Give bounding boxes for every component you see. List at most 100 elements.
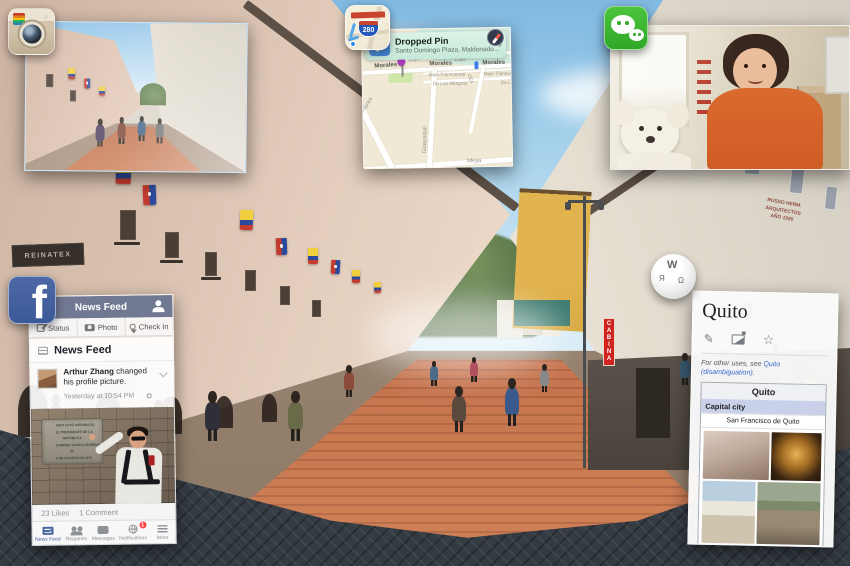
cabina-sign-text: CABINA <box>606 321 612 363</box>
callout-title: Dropped Pin <box>395 36 449 47</box>
avatar[interactable] <box>37 369 57 389</box>
apple-maps-app-icon[interactable]: 280 <box>345 5 390 50</box>
pedestrian-figure <box>430 366 438 380</box>
pedestrian-figure <box>205 402 220 430</box>
globe-icon <box>128 525 137 534</box>
wechat-eye <box>633 33 636 36</box>
tab-more[interactable]: More <box>149 520 176 545</box>
instagram-photo-card <box>24 21 248 173</box>
window <box>824 185 838 210</box>
people-icon <box>70 526 82 534</box>
sunglasses <box>131 436 145 440</box>
infobox-photo-montage[interactable] <box>697 427 824 548</box>
wechat-bubble-small <box>629 29 644 41</box>
photo-gloss <box>611 26 849 169</box>
infobox-photo <box>703 431 770 480</box>
maps-icon-banner <box>351 11 385 18</box>
flag-quito <box>143 185 157 205</box>
street-label: Main Transversal <box>429 73 466 78</box>
flag-ecuador <box>352 270 360 283</box>
callout-subtitle: Santo Domingo Plaza, Maldonado... <box>395 46 499 55</box>
window <box>120 210 136 240</box>
instagram-app-icon[interactable] <box>8 8 55 55</box>
pedestrian-figure <box>680 360 690 378</box>
tab-news-feed[interactable]: News Feed <box>32 522 63 546</box>
globe-letter: Ω <box>678 276 684 285</box>
plaque-line: REPÚBLICA <box>56 437 89 441</box>
window <box>312 300 321 317</box>
post-author[interactable]: Arthur Zhang <box>63 367 114 377</box>
star-icon[interactable]: ☆ <box>763 332 775 348</box>
lamppost <box>583 196 586 468</box>
mini-flag <box>99 87 105 96</box>
menu-icon <box>157 525 167 533</box>
window <box>205 252 217 276</box>
post-photo[interactable]: AQUI CAYÓ ASESINADO EL PRESIDENTE DE LA … <box>31 407 175 505</box>
street-label: Mejia <box>467 158 481 164</box>
globe-letter: W <box>667 259 677 271</box>
facebook-header-title: News Feed <box>75 301 127 313</box>
chat-bubble-icon <box>97 525 108 533</box>
street-haze <box>370 300 560 370</box>
divider <box>701 353 827 357</box>
globe-letter: Я <box>659 274 665 283</box>
wechat-photo-card <box>610 25 850 170</box>
mini-pedestrian <box>138 121 146 135</box>
tab-label: Notifications <box>119 536 147 541</box>
likes-count[interactable]: 23 Likes <box>41 508 69 517</box>
tab-notifications[interactable]: Notifications1 <box>116 520 149 545</box>
pencil-icon[interactable]: ✎ <box>704 332 714 346</box>
street-label: Main Transversal <box>484 72 514 77</box>
newsfeed-section-header[interactable]: News Feed <box>30 337 173 363</box>
plaque-line: EL PRESIDENTE DE LA <box>56 430 89 434</box>
checkin-button[interactable]: Check In <box>126 317 173 336</box>
lamppost-crossarm <box>568 200 601 203</box>
photo-button[interactable]: Photo <box>78 318 126 337</box>
montage-row <box>703 431 822 481</box>
balcony <box>114 242 140 245</box>
facebook-f-letter: f <box>32 279 47 324</box>
privacy-globe-icon <box>147 393 152 398</box>
street-label: Flores <box>361 97 375 114</box>
man-hand <box>89 434 95 440</box>
street-label: Morales <box>482 60 505 66</box>
balcony <box>201 277 221 280</box>
post-timestamp: Yesterday at 10:54 PM <box>64 393 135 401</box>
cabina-sign: CABINA <box>603 318 615 366</box>
wikipedia-globe-icon[interactable]: W Я Ω <box>651 254 696 299</box>
tab-label: Requests <box>65 536 87 541</box>
tab-label: More <box>157 535 169 540</box>
checkin-label: Check In <box>139 322 169 331</box>
section-title: News Feed <box>54 343 112 356</box>
window <box>165 232 179 258</box>
plaque-line: AQUI CAYÓ ASESINADO <box>56 424 89 428</box>
pedestrian-figure <box>540 370 549 386</box>
plaque: AQUI CAYÓ ASESINADO EL PRESIDENTE DE LA … <box>41 418 104 465</box>
transit-marker <box>474 61 478 69</box>
post-text: Arthur Zhang changed his profile picture… <box>63 366 159 387</box>
image-icon[interactable] <box>732 334 745 344</box>
comments-count[interactable]: 1 Comment <box>79 507 118 517</box>
flag-quito <box>276 238 288 255</box>
person-add-icon[interactable] <box>152 300 165 312</box>
wechat-app-icon[interactable] <box>604 6 648 50</box>
pedestrian-figure <box>470 362 478 376</box>
mini-window <box>70 90 76 101</box>
article-title: Quito <box>702 300 828 326</box>
chevron-down-icon[interactable] <box>159 369 167 377</box>
compose-icon <box>37 324 45 332</box>
feed-post[interactable]: Arthur Zhang changed his profile picture… <box>30 361 174 409</box>
tab-messages[interactable]: Messages <box>89 521 117 546</box>
tab-requests[interactable]: Requests <box>63 521 90 546</box>
camera-icon <box>85 324 95 331</box>
chest-strap <box>124 479 160 485</box>
maps-icon-location-dot <box>350 41 356 47</box>
photo-label: Photo <box>98 322 118 331</box>
photo-collage-canvas: REINATEX CABINA RUSSO HERM. ARQUITECTOS … <box>0 0 850 566</box>
infobox: Quito Capital city San Francisco de Quit… <box>696 382 826 548</box>
facebook-tab-bar: News Feed Requests Messages Notification… <box>32 520 175 546</box>
plaque-line: GABRIEL GARCÍA MORENO <box>56 443 89 447</box>
wikipedia-panel: Quito ✎ ☆ For other uses, see Quito (dis… <box>687 290 838 547</box>
facebook-app-icon[interactable]: f <box>8 276 56 324</box>
instagram-viewfinder-dot <box>44 15 48 19</box>
